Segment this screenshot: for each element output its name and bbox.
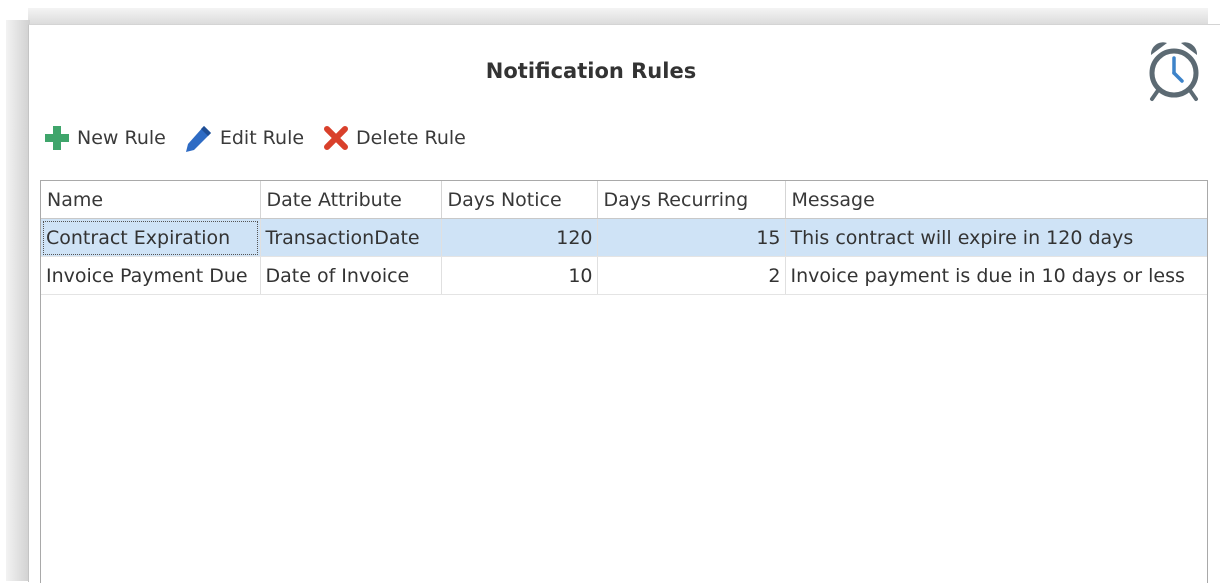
alarm-clock-icon: [1143, 37, 1205, 103]
column-header-message[interactable]: Message: [785, 181, 1207, 219]
column-header-date-attribute[interactable]: Date Attribute: [260, 181, 442, 219]
cell-days-notice[interactable]: 120: [441, 218, 598, 257]
cell-days-notice[interactable]: 10: [441, 256, 598, 295]
table-header-row: Name Date Attribute Days Notice Days Rec…: [41, 181, 1207, 219]
cell-message[interactable]: This contract will expire in 120 days: [785, 218, 1207, 257]
edit-rule-label: Edit Rule: [219, 127, 305, 149]
delete-rule-label: Delete Rule: [356, 127, 466, 149]
column-header-days-recurring[interactable]: Days Recurring: [597, 181, 786, 219]
panel-title: Notification Rules: [485, 59, 697, 83]
pencil-icon: [185, 126, 211, 152]
column-header-days-notice[interactable]: Days Notice: [441, 181, 598, 219]
x-icon: [324, 126, 349, 150]
table-row[interactable]: Contract Expiration TransactionDate 120 …: [41, 218, 1207, 257]
toolbar: New Rule Edit Rule Delete Rule: [43, 121, 484, 155]
cell-days-recurring[interactable]: 2: [597, 256, 786, 295]
notification-rules-panel: Notification Rules New Rule Edit Rule De…: [28, 24, 1220, 583]
new-rule-label: New Rule: [77, 127, 166, 149]
rules-table: Name Date Attribute Days Notice Days Rec…: [41, 181, 1207, 295]
delete-rule-button[interactable]: Delete Rule: [322, 124, 466, 152]
cell-message[interactable]: Invoice payment is due in 10 days or les…: [785, 256, 1207, 295]
edit-rule-button[interactable]: Edit Rule: [184, 123, 304, 153]
column-header-name[interactable]: Name: [41, 181, 261, 219]
cell-name[interactable]: Contract Expiration: [41, 218, 261, 257]
cell-date-attribute[interactable]: Date of Invoice: [260, 256, 442, 295]
new-rule-button[interactable]: New Rule: [43, 124, 166, 152]
cell-date-attribute[interactable]: TransactionDate: [260, 218, 442, 257]
cell-days-recurring[interactable]: 15: [597, 218, 786, 257]
table-row[interactable]: Invoice Payment Due Date of Invoice 10 2…: [41, 256, 1207, 295]
panel-shadow-top: [28, 8, 1208, 24]
panel-shadow-left: [6, 20, 30, 581]
cell-name[interactable]: Invoice Payment Due: [41, 256, 261, 295]
rules-grid[interactable]: Name Date Attribute Days Notice Days Rec…: [40, 180, 1208, 583]
plus-icon: [45, 126, 69, 150]
